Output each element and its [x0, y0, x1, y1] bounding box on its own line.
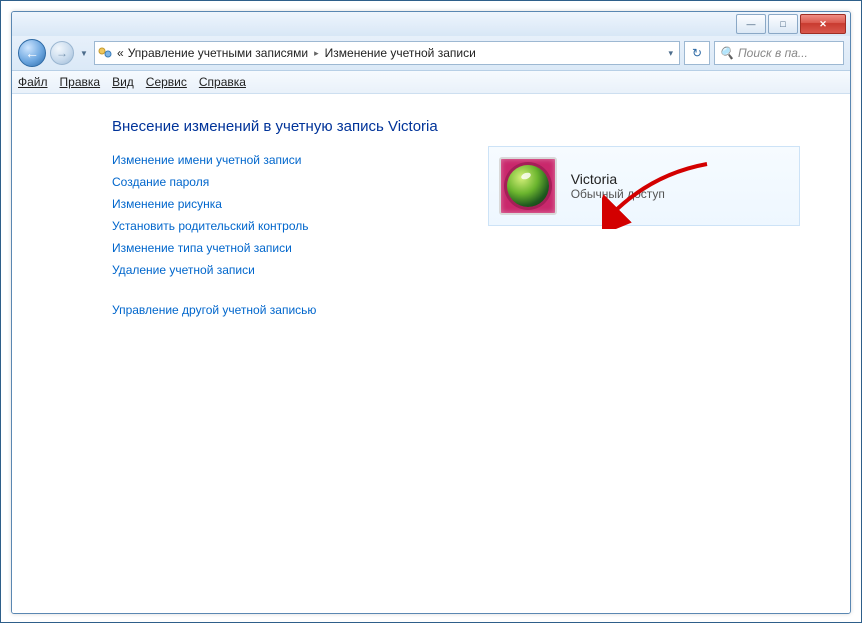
history-dropdown[interactable]: ▼	[78, 42, 90, 64]
menu-help[interactable]: Справка	[199, 75, 246, 89]
menu-tools[interactable]: Сервис	[146, 75, 187, 89]
content-area: Внесение изменений в учетную запись Vict…	[12, 94, 850, 613]
window-chrome: — □ ✕ ← → ▼ « Управление учетными запися…	[11, 11, 851, 614]
breadcrumb-accounts[interactable]: Управление учетными записями	[128, 46, 308, 60]
link-delete-account[interactable]: Удаление учетной записи	[112, 263, 438, 277]
breadcrumb-prefix: «	[117, 46, 124, 60]
link-manage-other[interactable]: Управление другой учетной записью	[112, 303, 438, 317]
control-panel-icon	[97, 45, 113, 61]
menu-edit[interactable]: Правка	[60, 75, 101, 89]
spacer	[112, 285, 438, 295]
left-column: Внесение изменений в учетную запись Vict…	[112, 118, 438, 317]
user-account-card[interactable]: Victoria Обычный доступ	[488, 146, 800, 226]
close-button[interactable]: ✕	[800, 14, 846, 34]
page-heading: Внесение изменений в учетную запись Vict…	[112, 118, 438, 135]
navigation-bar: ← → ▼ « Управление учетными записями ▸ И…	[12, 36, 850, 71]
menu-view[interactable]: Вид	[112, 75, 134, 89]
minimize-button[interactable]: —	[736, 14, 766, 34]
maximize-button[interactable]: □	[768, 14, 798, 34]
back-button[interactable]: ←	[18, 39, 46, 67]
link-create-password[interactable]: Создание пароля	[112, 175, 438, 189]
link-rename-account[interactable]: Изменение имени учетной записи	[112, 153, 438, 167]
breadcrumb-separator: ▸	[312, 48, 321, 59]
window-outer: — □ ✕ ← → ▼ « Управление учетными запися…	[0, 0, 862, 623]
titlebar: — □ ✕	[12, 12, 850, 36]
user-picture	[499, 157, 557, 215]
breadcrumb-change-account[interactable]: Изменение учетной записи	[325, 46, 476, 60]
task-links: Изменение имени учетной записи Создание …	[112, 153, 438, 317]
address-dropdown[interactable]: ▾	[664, 48, 677, 59]
refresh-button[interactable]: ↻	[684, 41, 710, 65]
search-box[interactable]: 🔍 Поиск в па...	[714, 41, 844, 65]
menu-bar: Файл Правка Вид Сервис Справка	[12, 71, 850, 94]
menu-file[interactable]: Файл	[18, 75, 48, 89]
address-bar[interactable]: « Управление учетными записями ▸ Изменен…	[94, 41, 680, 65]
link-change-picture[interactable]: Изменение рисунка	[112, 197, 438, 211]
user-name: Victoria	[571, 171, 665, 187]
link-parental-controls[interactable]: Установить родительский контроль	[112, 219, 438, 233]
forward-button[interactable]: →	[50, 41, 74, 65]
link-change-type[interactable]: Изменение типа учетной записи	[112, 241, 438, 255]
search-placeholder: Поиск в па...	[738, 46, 808, 60]
user-info: Victoria Обычный доступ	[571, 171, 665, 201]
user-account-type: Обычный доступ	[571, 187, 665, 201]
search-icon: 🔍	[719, 46, 734, 60]
